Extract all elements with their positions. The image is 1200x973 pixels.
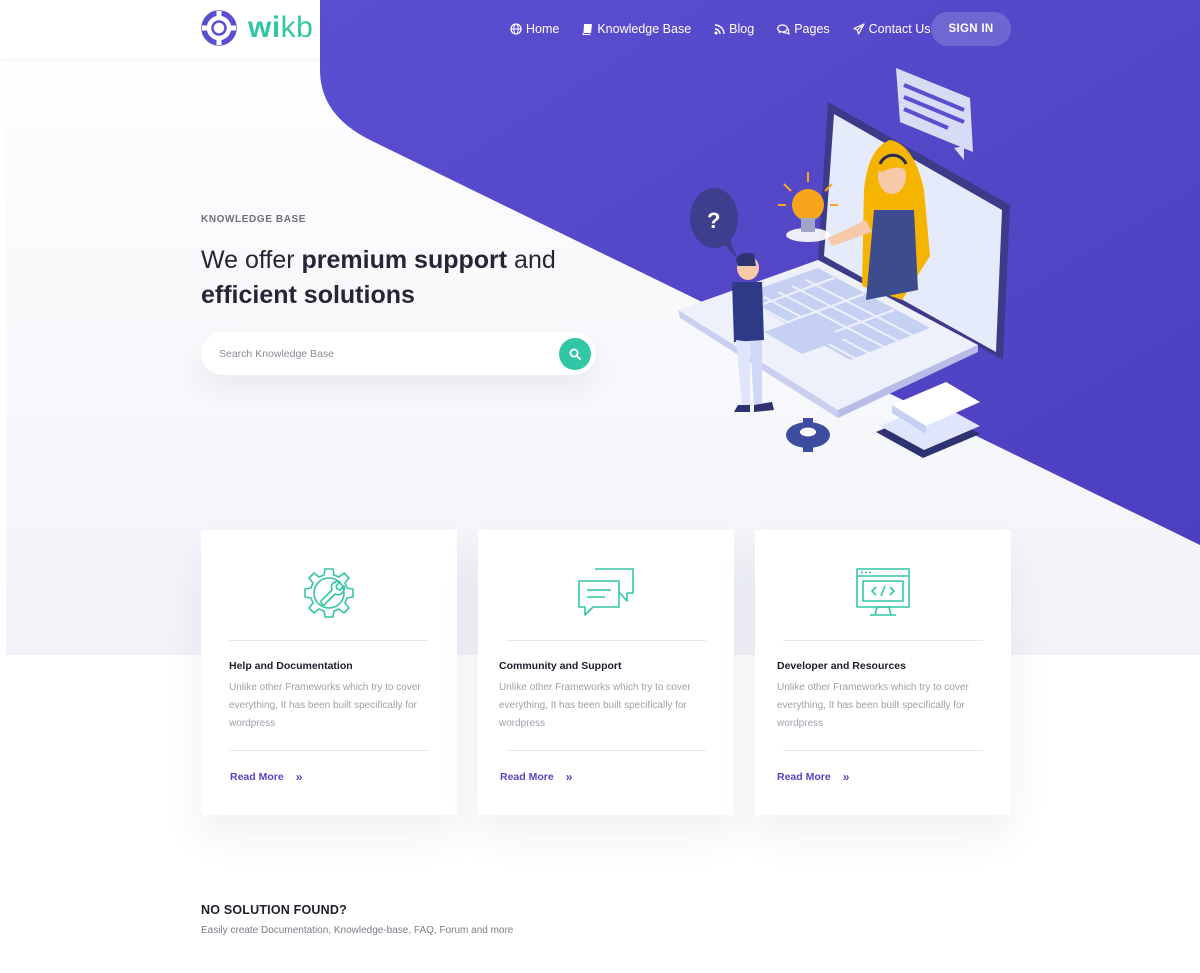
card-title: Community and Support <box>499 660 622 672</box>
logo[interactable]: wikb <box>201 10 313 46</box>
gear-illustration <box>786 418 830 452</box>
card-description: Unlike other Frameworks which try to cov… <box>777 682 969 729</box>
card-description: Unlike other Frameworks which try to cov… <box>229 682 421 729</box>
headline-text-1: We offer <box>201 246 302 274</box>
card-divider <box>506 750 706 751</box>
headline-text-2: and <box>507 246 556 274</box>
card-title: Developer and Resources <box>777 660 906 672</box>
rss-icon <box>714 23 725 34</box>
nav-blog[interactable]: Blog <box>714 22 754 36</box>
card-developer-resources: Developer and Resources Unlike other Fra… <box>755 530 1011 815</box>
no-solution-heading: NO SOLUTION FOUND? <box>201 903 347 917</box>
card-divider <box>783 750 983 751</box>
headline-bold-2: efficient solutions <box>201 281 415 309</box>
nav-pages-label: Pages <box>794 22 830 36</box>
card-divider <box>229 750 429 751</box>
read-more-label: Read More <box>500 771 554 783</box>
double-chevron-right-icon: » <box>295 770 303 784</box>
hero-headline: We offer premium support and efficient s… <box>201 243 621 313</box>
code-window-icon <box>856 568 910 616</box>
read-more-link[interactable]: Read More » <box>230 770 302 784</box>
hero-illustration: ? <box>678 68 1010 458</box>
card-divider <box>506 640 706 641</box>
paper-plane-icon <box>853 23 865 35</box>
search-icon <box>569 348 581 360</box>
globe-icon <box>510 23 522 35</box>
nav-contact-us[interactable]: Contact Us <box>853 22 931 36</box>
card-icon-wrap <box>755 563 1011 623</box>
chat-bubbles-icon <box>578 568 634 616</box>
lifebuoy-icon <box>201 10 237 46</box>
headline-bold-1: premium support <box>301 246 508 274</box>
books-illustration <box>876 382 980 458</box>
read-more-link[interactable]: Read More » <box>500 770 572 784</box>
double-chevron-right-icon: » <box>842 770 850 784</box>
card-icon-wrap <box>478 563 734 623</box>
card-community-support: Community and Support Unlike other Frame… <box>478 530 734 815</box>
nav-pages[interactable]: Pages <box>777 22 830 36</box>
nav-knowledge-base[interactable]: Knowledge Base <box>582 22 691 36</box>
nav-contact-us-label: Contact Us <box>868 22 931 36</box>
hero-eyebrow: KNOWLEDGE BASE <box>201 214 307 225</box>
card-title: Help and Documentation <box>229 660 353 672</box>
nav-home[interactable]: Home <box>510 22 559 36</box>
comments-icon <box>777 23 791 35</box>
question-bubble-illustration: ? <box>690 188 738 260</box>
read-more-label: Read More <box>230 771 284 783</box>
card-icon-wrap <box>201 563 457 623</box>
card-description: Unlike other Frameworks which try to cov… <box>499 682 691 729</box>
book-icon <box>582 24 593 35</box>
sign-in-button[interactable]: SIGN IN <box>931 12 1011 46</box>
no-solution-subtitle: Easily create Documentation, Knowledge-b… <box>201 925 514 936</box>
read-more-link[interactable]: Read More » <box>777 770 849 784</box>
card-divider <box>229 640 429 641</box>
read-more-label: Read More <box>777 771 831 783</box>
nav-home-label: Home <box>526 22 560 36</box>
nav-blog-label: Blog <box>729 22 755 36</box>
logo-part-wi: wi <box>248 11 281 44</box>
card-help-documentation: Help and Documentation Unlike other Fram… <box>201 530 457 815</box>
main-nav: Home Knowledge Base Blog Pages Contact U… <box>510 12 954 46</box>
svg-text:?: ? <box>707 208 720 233</box>
search-input[interactable] <box>219 332 549 375</box>
chat-bubble-illustration <box>896 68 973 160</box>
search-button[interactable] <box>559 338 591 370</box>
logo-part-kb: kb <box>280 11 314 44</box>
card-divider <box>783 640 983 641</box>
logo-wordmark: wikb <box>248 10 313 46</box>
gear-wrench-icon <box>304 568 354 618</box>
double-chevron-right-icon: » <box>565 770 573 784</box>
search-box <box>201 332 596 375</box>
nav-knowledge-base-label: Knowledge Base <box>597 22 692 36</box>
